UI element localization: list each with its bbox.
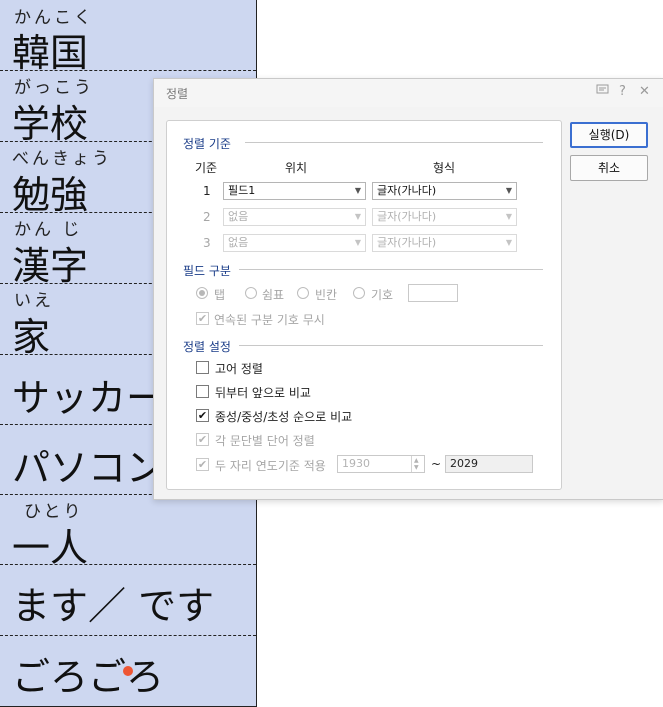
- radio-tab: [196, 287, 208, 299]
- format-select-value: 글자(가나다): [377, 210, 437, 223]
- table-cell[interactable]: ます／ です: [0, 565, 256, 636]
- cell-text: 学校: [12, 102, 89, 146]
- cell-text: 一人: [12, 526, 89, 570]
- cursor-dot: [123, 666, 133, 676]
- year-to-input: 2029: [445, 455, 533, 473]
- jongseong-order-label: 종성/중성/초성 순으로 비교: [215, 410, 353, 424]
- radio-label-space: 빈칸: [315, 288, 338, 302]
- chevron-down-icon: ▼: [505, 186, 512, 195]
- archaic-sort-label: 고어 정렬: [215, 362, 263, 376]
- ignore-consecutive-label: 연속된 구분 기호 무시: [214, 313, 325, 327]
- close-icon[interactable]: ✕: [639, 84, 650, 100]
- radio-space: [297, 287, 309, 299]
- paragraph-word-sort-checkbox: ✔: [196, 433, 209, 446]
- dialog-titlebar[interactable]: 정렬 ? ✕: [154, 79, 663, 107]
- cell-text: ごろごろ: [12, 655, 165, 699]
- format-select-3: 글자(가나다) ▼: [372, 234, 517, 252]
- divider: [239, 345, 543, 346]
- criteria-row-number: 3: [203, 236, 211, 250]
- reverse-compare-checkbox[interactable]: [196, 385, 209, 398]
- two-digit-year-checkbox: ✔: [196, 458, 209, 471]
- year-range-separator: ~: [431, 457, 442, 471]
- criteria-row-number: 1: [203, 184, 211, 198]
- cell-text: ます／ です: [12, 584, 215, 628]
- divider: [245, 142, 543, 143]
- radio-label-tab: 탭: [214, 288, 226, 302]
- format-select-1[interactable]: 글자(가나다) ▼: [372, 182, 517, 200]
- chevron-down-icon: ▼: [505, 212, 512, 221]
- help-icon[interactable]: ?: [619, 84, 626, 100]
- radio-label-comma: 쉼표: [262, 288, 285, 302]
- format-select-value: 글자(가나다): [377, 184, 437, 197]
- column-header-position: 위치: [285, 161, 308, 175]
- reverse-compare-label: 뒤부터 앞으로 비교: [215, 386, 311, 400]
- chevron-down-icon: ▼: [414, 464, 419, 471]
- column-header-key: 기준: [195, 161, 218, 175]
- jongseong-order-checkbox[interactable]: ✔: [196, 409, 209, 422]
- radio-label-symbol: 기호: [371, 288, 394, 302]
- position-select-3: 없음 ▼: [223, 234, 366, 252]
- archaic-sort-checkbox[interactable]: [196, 361, 209, 374]
- chevron-down-icon: ▼: [505, 238, 512, 247]
- paragraph-word-sort-label: 각 문단별 단어 정렬: [215, 434, 315, 448]
- comment-icon[interactable]: [596, 84, 609, 101]
- cell-text: 韓国: [12, 31, 89, 75]
- column-header-format: 형식: [433, 161, 456, 175]
- position-select-value: 없음: [228, 210, 249, 223]
- chevron-down-icon: ▼: [354, 186, 361, 195]
- sort-dialog: 정렬 ? ✕ 정렬 기준 기준 위치 형식 1 필드1 ▼ 글자(가나다) ▼ …: [153, 78, 663, 500]
- field-separator-heading: 필드 구분: [183, 264, 231, 278]
- divider: [239, 269, 543, 270]
- cell-text: 漢字: [12, 244, 89, 288]
- chevron-down-icon: ▼: [354, 238, 361, 247]
- cell-text: パソコン: [12, 446, 165, 490]
- position-select-2: 없음 ▼: [223, 208, 366, 226]
- cell-text: サッカー: [12, 376, 165, 420]
- two-digit-year-label: 두 자리 연도기준 적용: [215, 459, 326, 473]
- radio-symbol: [353, 287, 365, 299]
- ignore-consecutive-checkbox: ✔: [196, 312, 209, 325]
- dialog-title: 정렬: [166, 87, 189, 101]
- options-panel: 정렬 기준 기준 위치 형식 1 필드1 ▼ 글자(가나다) ▼ 2 없음 ▼ …: [166, 120, 562, 490]
- chevron-down-icon: ▼: [354, 212, 361, 221]
- symbol-input: [408, 284, 458, 302]
- run-button[interactable]: 실행(D): [570, 122, 648, 148]
- position-select-value: 없음: [228, 236, 249, 249]
- table-cell[interactable]: かんこく 韓国: [0, 0, 256, 75]
- cancel-button[interactable]: 취소: [570, 155, 648, 181]
- spin-buttons: ▲ ▼: [411, 456, 424, 472]
- sort-settings-heading: 정렬 설정: [183, 340, 231, 354]
- year-from-value: 1930: [342, 457, 370, 470]
- radio-comma: [245, 287, 257, 299]
- year-from-stepper: 1930 ▲ ▼: [337, 455, 425, 473]
- cell-text: 勉強: [12, 173, 89, 217]
- sort-criteria-heading: 정렬 기준: [183, 137, 231, 151]
- format-select-2: 글자(가나다) ▼: [372, 208, 517, 226]
- criteria-row-number: 2: [203, 210, 211, 224]
- position-select-1[interactable]: 필드1 ▼: [223, 182, 366, 200]
- cell-text: 家: [12, 315, 51, 359]
- position-select-value: 필드1: [228, 184, 256, 197]
- table-cell[interactable]: ひとり 一人: [0, 495, 256, 570]
- format-select-value: 글자(가나다): [377, 236, 437, 249]
